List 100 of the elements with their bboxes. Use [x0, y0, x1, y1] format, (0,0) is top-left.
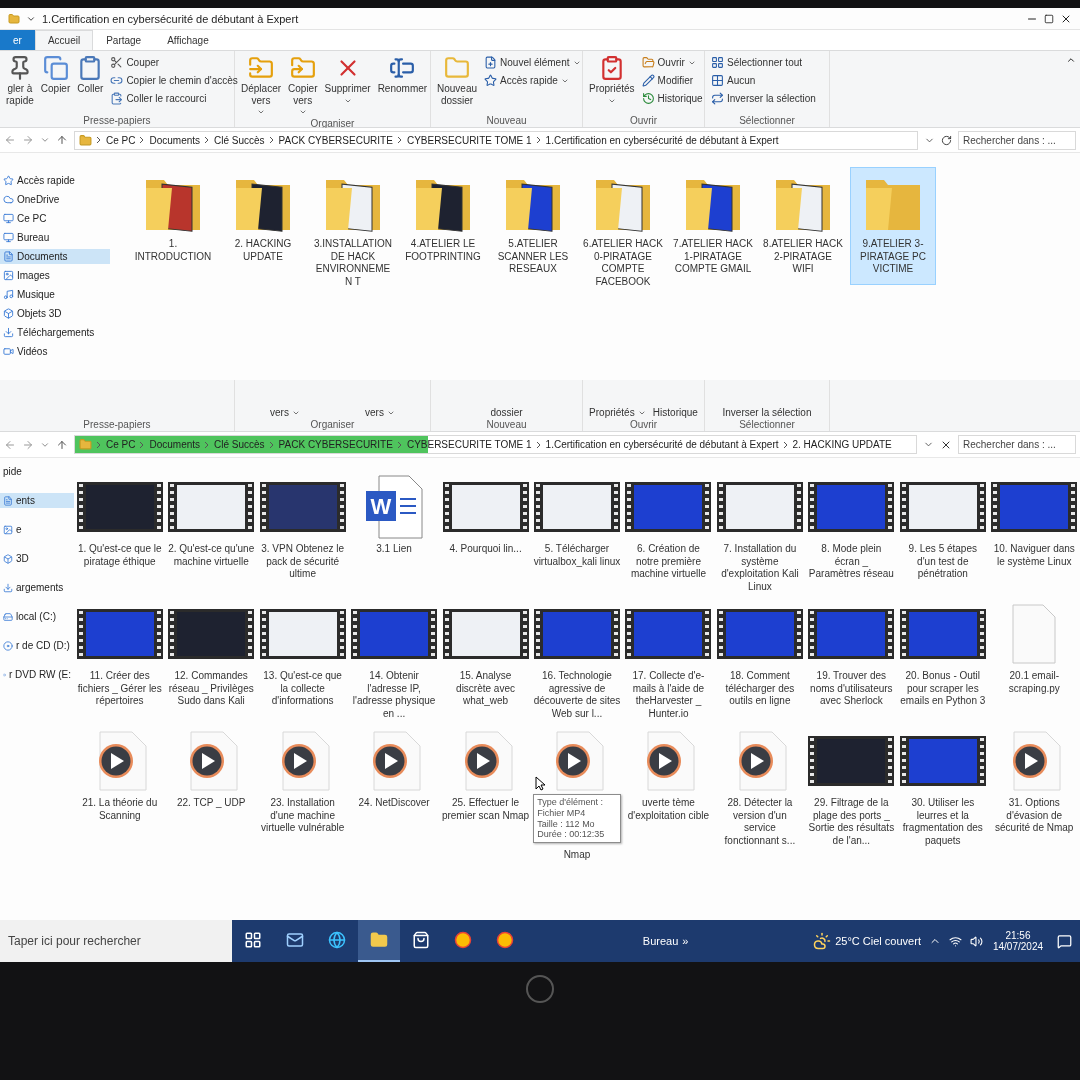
- ribbon-button[interactable]: Supprimer: [322, 53, 373, 107]
- breadcrumb[interactable]: Clé Succès: [214, 134, 265, 146]
- ribbon-button[interactable]: Accès rapide: [482, 73, 583, 88]
- toolbar-expand[interactable]: »: [678, 935, 693, 947]
- file-name[interactable]: 7. Installation du système d'exploitation Kali Linux: [716, 543, 804, 593]
- ribbon-button[interactable]: dossier: [488, 406, 525, 419]
- refresh-icon[interactable]: [941, 134, 952, 146]
- up-icon[interactable]: [56, 438, 68, 451]
- folder-item[interactable]: 4.ATELIER LE FOOTPRINTING: [400, 167, 486, 272]
- file-name[interactable]: 1. Qu'est-ce que le piratage éthique: [76, 543, 164, 568]
- folder-item[interactable]: 9.ATELIER 3-PIRATAGE PC VICTIME: [850, 167, 936, 285]
- file-name[interactable]: 23. Installation d'une machine virtuelle vulnérable: [258, 797, 347, 835]
- sidebar-item[interactable]: Bureau: [0, 230, 110, 245]
- breadcrumb[interactable]: Ce PC: [106, 439, 136, 450]
- breadcrumb[interactable]: Documents: [149, 134, 201, 146]
- folder-item[interactable]: 1. INTRODUCTION: [130, 167, 216, 272]
- ribbon-tab[interactable]: Partage: [93, 30, 155, 50]
- sidebar-item[interactable]: r de CD (D:): [0, 638, 74, 653]
- breadcrumb[interactable]: Ce PC: [106, 134, 136, 146]
- file-name[interactable]: 29. Filtrage de la plage des ports _ Sortie des résultats de l'an...: [807, 797, 896, 847]
- ribbon-button[interactable]: Déplacer vers: [239, 53, 284, 118]
- sidebar-item[interactable]: Vidéos: [0, 344, 110, 359]
- ribbon-button[interactable]: Copier: [38, 53, 73, 97]
- file-name[interactable]: 14. Obtenir l'adresse IP, l'adresse physique en ...: [350, 670, 438, 720]
- ribbon-tab[interactable]: Affichage: [154, 30, 222, 50]
- ribbon-button[interactable]: Coller: [75, 53, 106, 97]
- file-name[interactable]: 4. Pourquoi lin...: [449, 543, 522, 556]
- file-name[interactable]: 25. Effectuer le premier scan Nmap: [441, 797, 530, 822]
- ribbon-tab[interactable]: er: [0, 30, 35, 50]
- notification-icon[interactable]: [1057, 933, 1072, 949]
- file-name[interactable]: 11. Créer des fichiers _ Gérer les répertoires: [76, 670, 164, 708]
- file-name[interactable]: 20.1 email-scraping.py: [990, 670, 1078, 695]
- sidebar-item[interactable]: 3D: [0, 551, 74, 566]
- breadcrumb[interactable]: Clé Succès: [214, 439, 265, 450]
- ribbon-button[interactable]: vers: [363, 406, 397, 419]
- sidebar-item[interactable]: Objets 3D: [0, 306, 110, 321]
- file-name[interactable]: 10. Naviguer dans le système Linux: [990, 543, 1078, 568]
- clock[interactable]: 21:56 14/07/2024: [986, 930, 1049, 952]
- ribbon-button[interactable]: Propriétés: [587, 53, 637, 107]
- search-field[interactable]: Rechercher dans : ...: [958, 130, 1076, 150]
- ribbon-button[interactable]: Ouvrir: [639, 55, 705, 70]
- up-icon[interactable]: [56, 134, 68, 146]
- file-name[interactable]: 3. VPN Obtenez le pack de sécurité ultime: [258, 543, 347, 581]
- folder-item[interactable]: 8.ATELIER HACK 2-PIRATAGE WIFI: [760, 167, 846, 285]
- file-name[interactable]: 30. Utiliser les leurres et la fragmentation des paquets: [899, 797, 987, 847]
- file-name[interactable]: 3.1 Lien: [376, 543, 412, 556]
- file-name[interactable]: 20. Bonus - Outil pour scraper les emails en Python 3: [899, 670, 987, 708]
- ribbon-button[interactable]: Historique: [639, 91, 705, 106]
- sidebar-item[interactable]: Ce PC: [0, 211, 110, 226]
- file-name[interactable]: 12. Commandes réseau _ Privilèges Sudo dans Kali: [167, 670, 255, 708]
- sidebar-item[interactable]: pide: [0, 464, 74, 479]
- ribbon-button[interactable]: Renommer: [375, 53, 430, 97]
- ribbon-button[interactable]: Nouvel élément: [482, 55, 583, 70]
- file-name[interactable]: 8. Mode plein écran _ Paramètres réseau: [807, 543, 896, 581]
- folder-item[interactable]: 7.ATELIER HACK 1-PIRATAGE COMPTE GMAIL: [670, 167, 756, 285]
- ribbon-button[interactable]: Historique: [650, 406, 700, 419]
- file-name[interactable]: uverte tème d'exploitation cible: [624, 797, 713, 822]
- file-name[interactable]: 31. Options d'évasion de sécurité de Nmap: [990, 797, 1078, 835]
- ribbon-button[interactable]: Sélectionner tout: [709, 55, 818, 70]
- maximize-icon[interactable]: [1044, 13, 1054, 24]
- file-name[interactable]: 18. Comment télécharger des outils en ligne: [716, 670, 804, 708]
- ribbon-button[interactable]: Nouveau dossier: [435, 53, 480, 108]
- folder-item[interactable]: 3.INSTALLATION DE HACK ENVIRONNEMEN T: [310, 167, 396, 297]
- folder-item[interactable]: 5.ATELIER SCANNER LES RESEAUX: [490, 167, 576, 285]
- weather-widget[interactable]: 25°C Ciel couvert: [809, 932, 925, 950]
- sidebar-item[interactable]: local (C:): [0, 609, 74, 624]
- ribbon-button[interactable]: Inverser la sélection: [720, 406, 814, 419]
- ribbon-button[interactable]: Modifier: [639, 73, 705, 88]
- ribbon-button[interactable]: Coller le raccourci: [108, 91, 240, 106]
- file-name[interactable]: 2. Qu'est-ce qu'une machine virtuelle: [167, 543, 255, 568]
- sidebar-item[interactable]: r DVD RW (E:: [0, 667, 74, 682]
- folder-item[interactable]: 6.ATELIER HACK 0-PIRATAGE COMPTE FACEBOOK: [580, 167, 666, 297]
- sidebar-item[interactable]: ents: [0, 493, 74, 508]
- breadcrumb[interactable]: PACK CYBERSECURITE: [278, 439, 393, 450]
- ribbon-button[interactable]: Propriétés: [587, 406, 648, 419]
- file-name[interactable]: 21. La théorie du Scanning: [76, 797, 164, 822]
- sidebar-item[interactable]: OneDrive: [0, 192, 110, 207]
- volume-icon[interactable]: [969, 934, 983, 948]
- ribbon-button[interactable]: Aucun: [709, 73, 818, 88]
- file-name[interactable]: Nmap: [563, 849, 591, 862]
- breadcrumb[interactable]: 2. HACKING UPDATE: [792, 439, 892, 450]
- wifi-icon[interactable]: [948, 934, 962, 948]
- file-name[interactable]: 15. Analyse discrète avec what_web: [441, 670, 530, 708]
- ribbon-tab[interactable]: Accueil: [34, 30, 94, 50]
- sidebar-item[interactable]: Téléchargements: [0, 325, 110, 340]
- file-name[interactable]: 5. Télécharger virtualbox_kali linux: [533, 543, 621, 568]
- file-name[interactable]: 13. Qu'est-ce que la collecte d'informations: [258, 670, 347, 708]
- ribbon-button[interactable]: Couper: [108, 55, 240, 70]
- breadcrumb[interactable]: CYBERSECURITE TOME 1: [406, 134, 532, 146]
- sidebar-item[interactable]: argements: [0, 580, 74, 595]
- address-bar[interactable]: Ce PC Documents Clé Succès PACK CYBERSECURITE CYBERSECURITE TOME 1 1.Certification en cybersécurité de débutant à Expert: [74, 130, 918, 150]
- ribbon-button[interactable]: Inverser la sélection: [709, 91, 818, 106]
- file-name[interactable]: 24. NetDiscover: [358, 797, 430, 810]
- file-name[interactable]: 28. Détecter la version d'un service fonctionnant s...: [716, 797, 804, 847]
- breadcrumb[interactable]: PACK CYBERSECURITE: [278, 134, 393, 146]
- file-name[interactable]: 22. TCP _ UDP: [176, 797, 246, 810]
- file-name[interactable]: 19. Trouver des noms d'utilisateurs avec Sherlock: [807, 670, 896, 708]
- search-field[interactable]: Rechercher dans : ...: [958, 435, 1076, 454]
- folder-item[interactable]: 2. HACKING UPDATE: [220, 167, 306, 272]
- sidebar-item[interactable]: e: [0, 522, 74, 537]
